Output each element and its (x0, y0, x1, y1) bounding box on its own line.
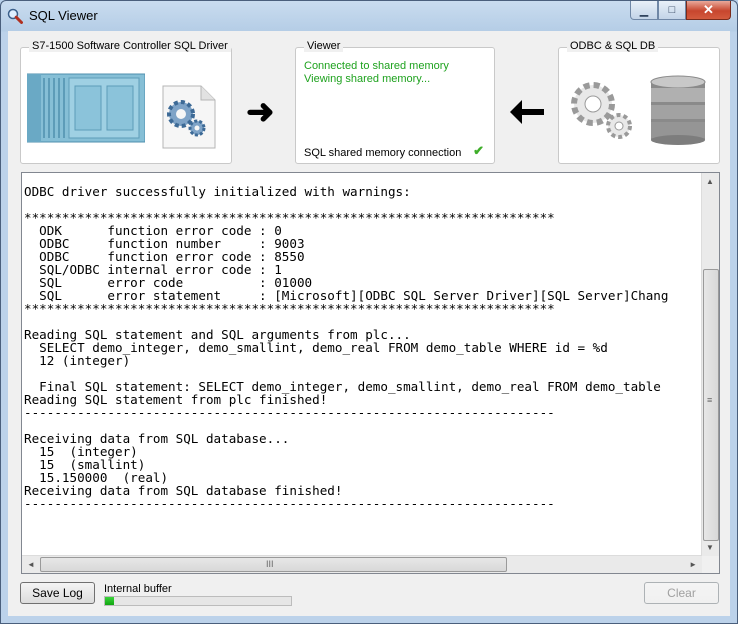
scroll-down-icon[interactable]: ▼ (706, 543, 714, 552)
gear-document-icon (162, 85, 216, 149)
log-line: ODBC driver successfully initialized wit… (24, 184, 411, 199)
sql-viewer-window: SQL Viewer ▁ □ ✕ S7-1500 Software Contro… (0, 0, 738, 624)
scroll-right-icon[interactable]: ► (689, 560, 697, 569)
driver-group-label: S7-1500 Software Controller SQL Driver (29, 40, 231, 52)
title-bar[interactable]: SQL Viewer ▁ □ ✕ (1, 1, 737, 31)
log-line: 12 (integer) (24, 353, 131, 368)
viewer-group: Viewer Connected to shared memory Viewin… (295, 40, 495, 164)
minimize-button[interactable]: ▁ (630, 1, 658, 20)
log-line: ****************************************… (24, 301, 555, 316)
arrow-right-icon: ➜ (246, 93, 275, 131)
driver-group: S7-1500 Software Controller SQL Driver (20, 40, 232, 164)
maximize-icon: □ (668, 4, 676, 16)
client-area: S7-1500 Software Controller SQL Driver ➜… (8, 31, 730, 616)
maximize-button[interactable]: □ (658, 1, 686, 20)
status-connected: Connected to shared memory (304, 60, 449, 72)
db-group-label: ODBC & SQL DB (567, 40, 659, 52)
minimize-icon: ▁ (639, 4, 649, 17)
close-icon: ✕ (703, 2, 714, 17)
close-button[interactable]: ✕ (686, 1, 731, 20)
log-view[interactable]: ODBC driver successfully initialized wit… (21, 172, 720, 574)
gears-icon (571, 82, 632, 139)
internal-buffer-fill (105, 597, 115, 605)
horizontal-scrollbar[interactable]: ◄ III ► (22, 555, 702, 573)
internal-buffer-label: Internal buffer (104, 583, 172, 595)
window-title: SQL Viewer (29, 8, 98, 23)
scroll-left-icon[interactable]: ◄ (27, 560, 35, 569)
clear-button[interactable]: Clear (644, 582, 719, 604)
plc-controller-icon (27, 73, 145, 143)
log-line: ----------------------------------------… (24, 496, 555, 511)
scroll-up-icon[interactable]: ▲ (706, 177, 714, 186)
save-log-button[interactable]: Save Log (20, 582, 95, 604)
horizontal-grip-icon: III (266, 559, 274, 569)
check-icon: ✔ (473, 143, 484, 158)
magnifier-app-icon (7, 8, 23, 24)
internal-buffer-progress (104, 596, 292, 606)
vertical-grip-icon: ≡ (707, 395, 713, 405)
caption-buttons: ▁ □ ✕ (630, 1, 731, 21)
log-text: ODBC driver successfully initialized wit… (24, 185, 668, 510)
status-viewing: Viewing shared memory... (304, 73, 431, 85)
viewer-group-label: Viewer (304, 40, 344, 52)
arrow-left-icon (510, 100, 544, 124)
horizontal-scroll-thumb[interactable]: III (40, 557, 507, 572)
vertical-scrollbar[interactable]: ▲ ≡ ▼ (701, 173, 719, 556)
connection-label: SQL shared memory connection (304, 147, 462, 159)
vertical-scroll-thumb[interactable]: ≡ (703, 269, 719, 541)
log-line: ----------------------------------------… (24, 405, 555, 420)
scrollbar-corner (702, 556, 719, 573)
db-group: ODBC & SQL DB (558, 40, 720, 164)
database-icon (650, 75, 706, 145)
